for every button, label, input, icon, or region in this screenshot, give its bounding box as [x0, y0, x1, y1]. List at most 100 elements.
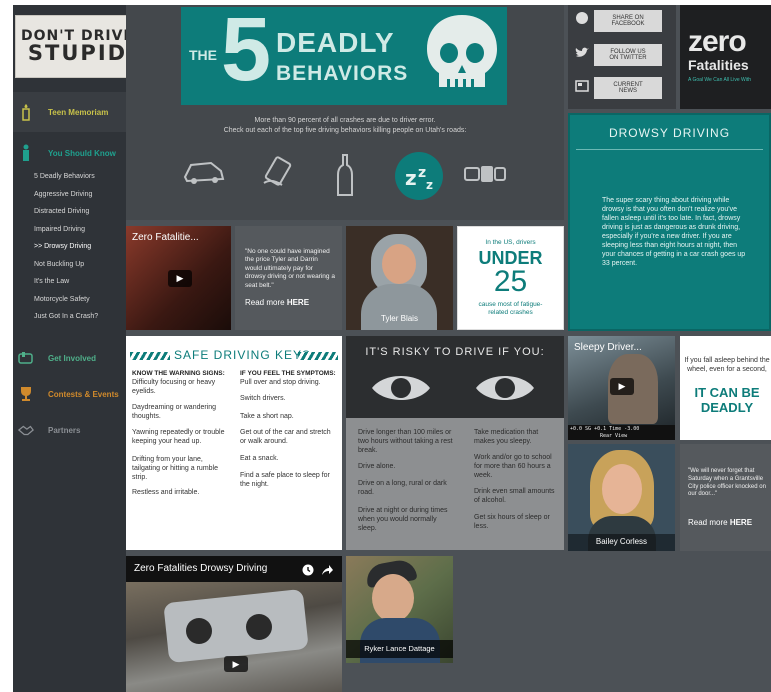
current-news-line2: NEWS — [619, 88, 637, 94]
safe-driving-keys: SAFE DRIVING KEYS KNOW THE WARNING SIGNS… — [126, 336, 342, 550]
nav-you-should-know[interactable]: You Should Know — [13, 140, 126, 166]
zero-word: zero — [688, 25, 747, 58]
read-more-here: HERE — [729, 518, 753, 527]
photo-ryker-lance-dattage[interactable]: Ryker Lance Dattage — [346, 556, 453, 663]
twitter-icon[interactable] — [575, 47, 589, 62]
symptom-item: Switch drivers. — [240, 395, 286, 402]
quote2-text: "We will never forget that Saturday when… — [688, 468, 766, 498]
fatalities-word: Fatalities — [688, 57, 749, 73]
candle-icon — [18, 102, 34, 122]
symptom-item: Eat a snack. — [240, 455, 279, 462]
nav-get-involved[interactable]: Get Involved — [13, 346, 126, 370]
share-facebook-line2: FACEBOOK — [611, 21, 645, 27]
warning-item: Difficulty focusing or heavy eyelids. — [132, 379, 216, 396]
facebook-icon[interactable] — [576, 12, 588, 24]
wheel-shape — [246, 614, 272, 640]
sub-nav-item[interactable]: It's the Law — [34, 278, 69, 285]
eye-icon — [474, 368, 536, 413]
seatbelt-icon[interactable] — [463, 163, 507, 190]
fall-big: IT CAN BE DEADLY — [694, 385, 760, 415]
risk-item: Take medication that makes you sleepy. — [474, 429, 539, 446]
sub-nav-item[interactable]: 5 Deadly Behaviors — [34, 173, 95, 180]
video-zero-fatalities-1[interactable]: Zero Fatalitie... ▶ — [126, 226, 231, 330]
quote-tyler: "No one could have imagined the price Ty… — [235, 226, 342, 330]
sub-nav-item[interactable]: Motorcycle Safety — [34, 296, 90, 303]
read-more-link-2[interactable]: Read more HERE — [688, 518, 752, 527]
fall-asleep-panel: If you fall asleep behind the wheel, eve… — [680, 336, 771, 440]
risk-item: Drive on a long, rural or dark road. — [358, 480, 447, 497]
stripe-decoration — [298, 352, 338, 360]
play-icon[interactable]: ▶ — [610, 378, 634, 395]
photo-tyler-blais[interactable]: Tyler Blais — [346, 226, 453, 330]
sub-nav-item[interactable]: Just Got In a Crash? — [34, 313, 98, 320]
wheel-shape — [186, 618, 212, 644]
read-more-here: HERE — [286, 298, 310, 307]
nav-partners[interactable]: Partners — [13, 418, 126, 442]
zero-tagline: A Goal We Can All Live With — [688, 77, 751, 83]
follow-twitter-button[interactable]: FOLLOW US ON TWITTER — [594, 44, 662, 66]
face-shape — [372, 574, 414, 622]
aggressive-car-icon[interactable] — [181, 157, 227, 192]
warning-heading: KNOW THE WARNING SIGNS: — [132, 370, 225, 377]
play-icon[interactable]: ▶ — [224, 656, 248, 672]
warning-item: Daydreaming or wandering thoughts. — [132, 404, 217, 421]
stat-post: cause most of fatigue-related crashes — [478, 301, 543, 317]
skull-icon — [425, 13, 499, 106]
sub-nav-item[interactable]: Distracted Driving — [34, 208, 89, 215]
symptom-item: Pull over and stop driving. — [240, 379, 321, 386]
share-arrow-icon[interactable] — [321, 563, 334, 581]
sub-nav-item[interactable]: Impaired Driving — [34, 226, 85, 233]
risk-item: Drive at night or during times when you … — [358, 507, 448, 533]
risky-title: IT'S RISKY TO DRIVE IF YOU: — [365, 346, 545, 358]
risk-item: Get six hours of sleep or less. — [474, 514, 550, 531]
logo[interactable]: DON'T DRIVE STUPID — [15, 15, 140, 78]
sub-nav-item-active[interactable]: >> Drowsy Driving — [34, 243, 91, 250]
video-sleepy-driver[interactable]: Sleepy Driver... ▶ +0.0 SG +0.1 Time -3.… — [568, 336, 675, 440]
symptoms-heading: IF YOU FEEL THE SYMPTOMS: — [240, 370, 336, 377]
video1-title: Zero Fatalitie... — [132, 232, 199, 243]
hero-caption2: Check out each of the top five driving b… — [223, 127, 467, 134]
nav-get-involved-label: Get Involved — [48, 353, 97, 363]
sub-nav-item[interactable]: Aggressive Driving — [34, 191, 92, 198]
svg-text:z: z — [426, 178, 433, 192]
keys-title: SAFE DRIVING KEYS — [174, 348, 312, 362]
symptom-item: Find a safe place to sleep for the night… — [240, 472, 330, 489]
nav-teen-memoriam[interactable]: Teen Memoriam — [13, 92, 126, 132]
video-hud-rear: Rear View — [600, 433, 628, 439]
nav-teen-memoriam-label: Teen Memoriam — [48, 107, 109, 117]
risk-item: Drive longer than 100 miles or two hours… — [358, 429, 453, 455]
current-news-button[interactable]: CURRENT NEWS — [594, 77, 662, 99]
hero-behaviors: BEHAVIORS — [276, 62, 409, 85]
risk-item: Drive alone. — [358, 463, 396, 470]
read-more-link-1[interactable]: Read more HERE — [245, 298, 309, 307]
bottle-icon[interactable] — [336, 153, 354, 202]
risky-to-drive: IT'S RISKY TO DRIVE IF YOU: Drive longer… — [346, 336, 564, 550]
video3-title: Zero Fatalities Drowsy Driving — [134, 563, 268, 574]
stat-under-25: In the US, drivers UNDER 25 cause most o… — [457, 226, 564, 330]
photo-bailey-corless[interactable]: Bailey Corless — [568, 444, 675, 551]
news-icon[interactable] — [575, 79, 589, 97]
fall-pre: If you fall asleep behind the wheel, eve… — [684, 357, 770, 374]
hero-deadly: DEADLY — [276, 27, 395, 58]
page: DON'T DRIVE STUPID Teen Memoriam You Sho… — [0, 0, 771, 692]
phone-hand-icon[interactable] — [260, 155, 296, 194]
share-facebook-button[interactable]: SHARE ON FACEBOOK — [594, 10, 662, 32]
drowsy-zzz-icon[interactable]: zzz — [394, 151, 444, 206]
nav-contests[interactable]: Contests & Events — [13, 382, 126, 406]
handshake-icon — [18, 420, 34, 440]
svg-text:z: z — [405, 166, 417, 190]
watch-later-clock-icon[interactable] — [302, 563, 314, 581]
quote-bailey: "We will never forget that Saturday when… — [680, 444, 771, 551]
hero-caption1: More than 90 percent of all crashes are … — [254, 117, 436, 124]
sub-nav-item[interactable]: Not Buckling Up — [34, 261, 84, 268]
nav-contests-label: Contests & Events — [48, 389, 119, 399]
zero-fatalities-banner[interactable]: zero Fatalities A Goal We Can All Live W… — [680, 5, 771, 109]
drowsy-body: The super scary thing about driving whil… — [602, 197, 746, 267]
warning-item: Restless and irritable. — [132, 489, 200, 496]
play-icon[interactable]: ▶ — [168, 270, 192, 287]
follow-twitter-line2: ON TWITTER — [609, 55, 647, 61]
hero-the: THE — [189, 47, 217, 63]
trophy-icon — [18, 384, 34, 404]
video2-title: Sleepy Driver... — [574, 342, 642, 353]
video-zero-fatalities-drowsy[interactable]: Zero Fatalities Drowsy Driving ▶ — [126, 556, 342, 692]
